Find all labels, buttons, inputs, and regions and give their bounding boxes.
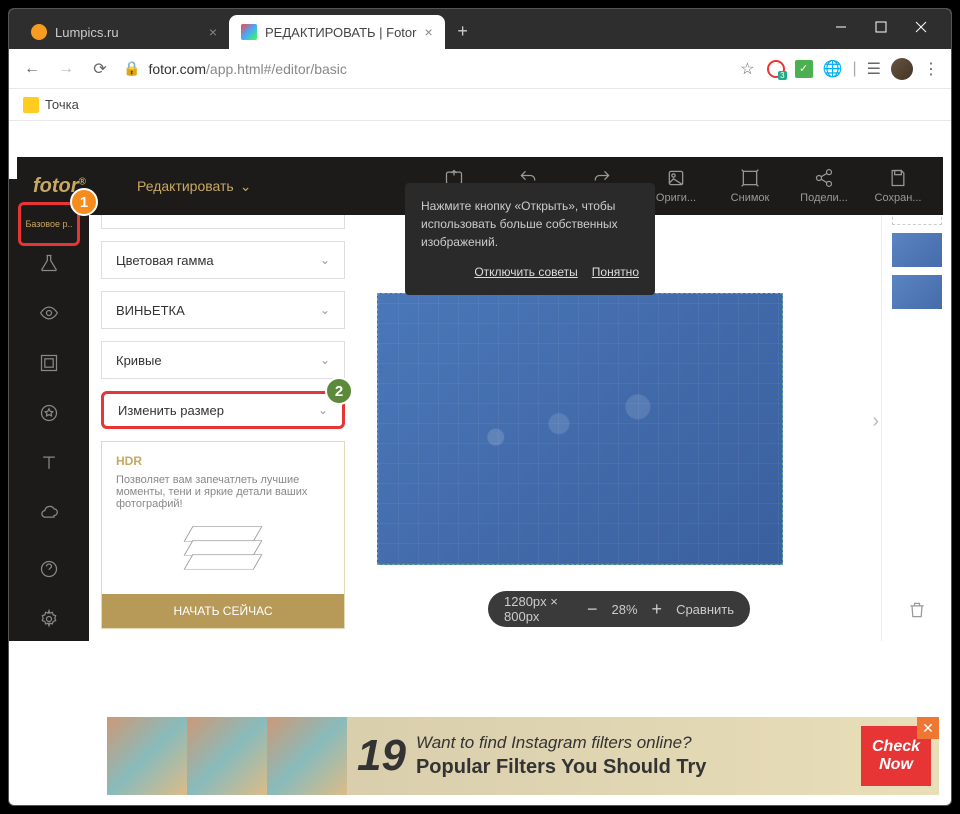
ad-image [107,717,187,795]
chevron-down-icon: ⌄ [320,353,330,367]
nav-forward-button[interactable]: → [55,60,77,78]
window-minimize-button[interactable] [821,9,861,45]
favicon-icon [241,24,257,40]
tab-title: Lumpics.ru [55,25,119,40]
canvas-area[interactable]: Нажмите кнопку «Открыть», чтобы использо… [357,179,881,641]
lock-icon: 🔒 [123,60,140,77]
nav-reload-button[interactable]: ⟳ [89,59,111,79]
action-snapshot[interactable]: Снимок [717,168,783,204]
hint-tooltip: Нажмите кнопку «Открыть», чтобы использо… [405,183,655,295]
sidebar-frame-button[interactable] [19,341,79,385]
browser-tab-fotor[interactable]: РЕДАКТИРОВАТЬ | Fotor × [229,15,445,49]
action-save[interactable]: Сохран... [865,168,931,204]
nav-back-button[interactable]: ← [21,60,43,78]
ad-close-button[interactable]: ✕ [917,717,939,739]
flask-icon [39,253,59,273]
chevron-down-icon: ⌄ [320,253,330,267]
zoom-toolbar: 1280px × 800px − 28% + Сравнить [488,591,750,627]
trash-button[interactable] [907,600,927,625]
panel-curves-row[interactable]: Кривые⌄ [101,341,345,379]
layers-icon [183,522,263,582]
image-strip: + [881,179,951,641]
window-close-button[interactable] [901,9,941,45]
ad-number: 19 [357,731,406,781]
extension-opera-icon[interactable] [767,60,785,78]
edit-mode-dropdown[interactable]: Редактировать ⌄ [137,178,251,195]
sidebar-help-button[interactable] [19,547,79,591]
sidebar-text-button[interactable] [19,441,79,485]
window-maximize-button[interactable] [861,9,901,45]
panel-vignette-row[interactable]: ВИНЬЕТКА⌄ [101,291,345,329]
chevron-down-icon: ⌄ [320,303,330,317]
sidebar-beauty-button[interactable] [19,291,79,335]
profile-avatar[interactable] [891,58,913,80]
sidebar-effect-button[interactable] [19,241,79,285]
new-tab-button[interactable]: + [449,17,477,45]
bookmark-star-icon[interactable]: ☆ [740,59,754,79]
hdr-title: HDR [116,454,330,468]
compare-button[interactable]: Сравнить [676,602,734,617]
chevron-down-icon: ⌄ [240,178,252,195]
extension-globe-icon[interactable]: 🌐 [823,59,843,79]
favicon-icon [31,24,47,40]
chevron-down-icon: ⌄ [318,403,328,417]
zoom-in-button[interactable]: + [652,599,663,620]
address-bar: ← → ⟳ 🔒 fotor.com/app.html#/editor/basic… [9,49,951,89]
cloud-icon [39,503,59,523]
hdr-promo-card: HDR Позволяет вам запечатлеть лучшие мом… [101,441,345,629]
hdr-start-button[interactable]: НАЧАТЬ СЕЙЧАС [102,594,344,628]
hdr-description: Позволяет вам запечатлеть лучшие моменты… [116,474,330,510]
window-titlebar [811,9,951,45]
star-icon [39,403,59,423]
eye-icon [39,303,59,323]
tab-title: РЕДАКТИРОВАТЬ | Fotor [265,25,416,40]
browser-tab-lumpics[interactable]: Lumpics.ru × [19,15,229,49]
sidebar-cloud-button[interactable] [19,491,79,535]
ad-image [187,717,267,795]
tab-close-icon[interactable]: × [209,24,217,40]
left-toolbar: Базовое р.. [9,179,89,641]
extensions-area: ✓ 🌐 | ☰ ⋮ [767,58,939,80]
ad-banner[interactable]: 19 Want to find Instagram filters online… [107,717,939,795]
bookmark-folder-icon [23,97,39,113]
edit-mode-label: Редактировать [137,178,234,194]
text-icon [39,453,59,473]
reading-list-icon[interactable]: ☰ [867,59,881,79]
extension-check-icon[interactable]: ✓ [795,60,813,78]
thumbnail-1[interactable] [892,233,942,267]
ad-text: Want to find Instagram filters online? P… [416,732,861,780]
zoom-out-button[interactable]: − [587,599,598,620]
bookmarks-bar: Точка [9,89,951,121]
next-image-button[interactable]: › [872,410,879,433]
url-path: /app.html#/editor/basic [206,61,347,77]
tab-close-icon[interactable]: × [424,24,432,40]
options-panel: Тон⌄ Цветовая гамма⌄ ВИНЬЕТКА⌄ Кривые⌄ И… [89,179,357,641]
browser-tabstrip: Lumpics.ru × РЕДАКТИРОВАТЬ | Fotor × + [9,9,951,49]
panel-color-row[interactable]: Цветовая гамма⌄ [101,241,345,279]
url-input[interactable]: 🔒 fotor.com/app.html#/editor/basic [123,60,728,77]
panel-resize-row[interactable]: Изменить размер⌄ [101,391,345,429]
tooltip-ok-link[interactable]: Понятно [592,263,639,281]
zoom-percent: 28% [612,602,638,617]
tooltip-text: Нажмите кнопку «Открыть», чтобы использо… [421,197,639,251]
thumbnail-2[interactable] [892,275,942,309]
browser-menu-icon[interactable]: ⋮ [923,59,939,79]
frame-icon [39,353,59,373]
action-share[interactable]: Подели... [791,168,857,204]
tooltip-disable-link[interactable]: Отключить советы [474,263,577,281]
help-icon [39,559,59,579]
sidebar-label: Базовое р.. [25,219,72,229]
url-domain: fotor.com [148,61,206,77]
canvas-dimensions: 1280px × 800px [504,594,573,624]
gear-icon [39,609,59,629]
ad-image [267,717,347,795]
sidebar-settings-button[interactable] [19,597,79,641]
annotation-marker-1: 1 [70,188,98,216]
canvas-image[interactable] [377,293,783,565]
bookmark-item[interactable]: Точка [45,97,79,112]
sidebar-sticker-button[interactable] [19,391,79,435]
annotation-marker-2: 2 [325,377,353,405]
